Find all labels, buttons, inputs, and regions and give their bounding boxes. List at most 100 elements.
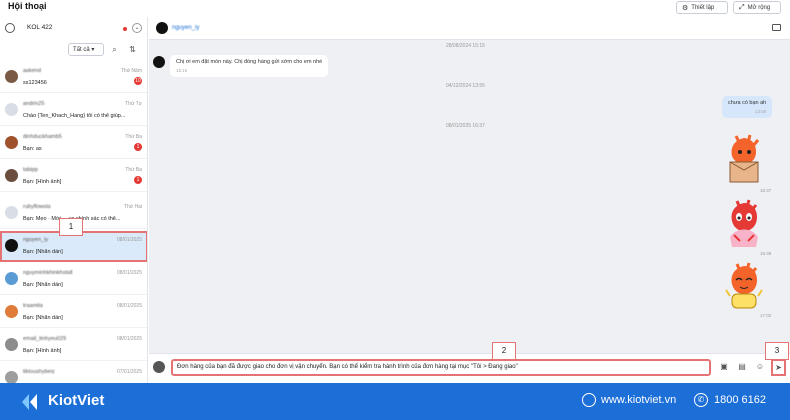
conversation-time: 08/01/2025 xyxy=(116,303,142,309)
account-icon xyxy=(5,23,15,33)
avatar xyxy=(5,239,18,252)
globe-icon xyxy=(582,393,596,407)
send-button[interactable]: ➤ xyxy=(771,359,786,376)
sticker-image[interactable] xyxy=(722,197,766,251)
sort-icon[interactable]: ⇅ xyxy=(126,43,139,56)
chat-header: nguyen_ly xyxy=(149,17,790,40)
conversation-name: dinhduckhamb5 xyxy=(23,134,62,140)
conversation-preview: Bạn: [Hình ảnh] xyxy=(23,179,62,185)
conversation-item[interactable]: dinhduckhamb5 Bạn: as Thứ Ba 1 xyxy=(0,128,147,159)
conversation-name: nguyen_ly xyxy=(23,237,49,243)
image-icon[interactable]: ▣ xyxy=(718,361,730,373)
sticker-image[interactable] xyxy=(722,260,766,314)
avatar xyxy=(153,361,165,373)
chevron-down-icon[interactable]: ⌄ xyxy=(132,23,142,33)
expand-button[interactable]: ⤢ Mở rộng xyxy=(733,1,781,14)
conversation-time: 08/01/2025 xyxy=(116,237,142,243)
conversation-item[interactable]: email_tinhyeu029 Bạn: [Hình ảnh] 08/01/2… xyxy=(0,330,147,361)
callout-marker: 2 xyxy=(492,342,516,360)
conversation-name: andrin25 xyxy=(23,101,45,107)
conversation-time: Thứ Ba xyxy=(125,134,142,140)
incoming-message: Chị ơi em đặt món này. Chị đóng hàng gửi… xyxy=(170,55,329,77)
avatar xyxy=(5,206,18,219)
filter-row: Tất cả ▾ ⌕ ⇅ xyxy=(0,43,147,57)
unread-badge: 1 xyxy=(134,176,142,184)
kiotviet-logo-icon xyxy=(22,394,37,410)
conversation-preview: Chào {Ten_Khach_Hang} tôi có thể giúp... xyxy=(23,113,126,119)
settings-label: Thiết lập xyxy=(691,4,715,11)
account-selector[interactable]: KOL 422 ⌄ xyxy=(5,21,143,37)
page-title: Hội thoại xyxy=(8,1,47,11)
avatar xyxy=(5,70,18,83)
filter-value: Tất cả xyxy=(73,47,90,53)
expand-icon: ⤢ xyxy=(739,3,745,11)
message-input[interactable]: Đơn hàng của bạn đã được giao cho đơn vị… xyxy=(171,359,711,376)
message-time: 15:15 xyxy=(176,68,188,73)
conversation-time: Thứ Tư xyxy=(125,101,142,107)
conversation-time: Thứ Năm xyxy=(120,68,142,74)
avatar xyxy=(5,338,18,351)
conversation-name: tabipp xyxy=(23,167,38,173)
avatar xyxy=(5,272,18,285)
conversation-preview: Bạn: as xyxy=(23,146,42,152)
conversation-name: rubyflowsla xyxy=(23,204,51,210)
outgoing-message: chưa có bạn ah 13:55 xyxy=(722,96,773,118)
conversation-panel: KOL 422 ⌄ Tất cả ▾ ⌕ ⇅ aakend ss123456 T… xyxy=(0,17,148,383)
top-bar: Hội thoại ⚙ Thiết lập ⤢ Mở rộng xyxy=(0,0,790,17)
send-icon: ➤ xyxy=(775,363,782,372)
unread-badge: 10 xyxy=(134,77,142,85)
avatar xyxy=(5,305,18,318)
conversation-item[interactable]: nguyminhkhinkhstall Bạn: [Nhãn dán] 08/0… xyxy=(0,264,147,295)
conversation-preview: Bạn: [Hình ảnh] xyxy=(23,348,62,354)
phone-icon: ✆ xyxy=(694,393,708,407)
avatar xyxy=(5,371,18,383)
callout-marker: 1 xyxy=(59,218,83,236)
conversation-preview: Bạn: [Nhãn dán] xyxy=(23,315,63,321)
conversation-time: Thứ Ba xyxy=(125,167,142,173)
conversation-name: nguyminhkhinkhstall xyxy=(23,270,73,276)
avatar xyxy=(153,56,165,68)
message-text: chưa có bạn ah xyxy=(728,100,767,106)
conversation-item[interactable]: tiktoushybeiz 07/01/2025 xyxy=(0,363,147,383)
conversation-name: email_tinhyeu029 xyxy=(23,336,67,342)
brand-footer: KiotViet www.kiotviet.vn ✆ 1800 6162 xyxy=(0,383,790,420)
mail-icon[interactable] xyxy=(772,24,781,31)
account-name: KOL 422 xyxy=(27,24,53,31)
date-separator: 08/01/2025 16:37 xyxy=(446,123,485,129)
phone-text: 1800 6162 xyxy=(714,394,766,406)
conversation-preview: Bạn: [Nhãn dán] xyxy=(23,282,63,288)
conversation-preview: ss123456 xyxy=(23,80,47,86)
contact-name[interactable]: nguyen_ly xyxy=(172,25,199,31)
conversation-item[interactable]: aakend ss123456 Thứ Năm 10 xyxy=(0,62,147,93)
template-icon[interactable]: ▤ xyxy=(736,361,748,373)
website-text: www.kiotviet.vn xyxy=(601,394,677,406)
conversation-time: 08/01/2025 xyxy=(116,270,142,276)
avatar xyxy=(156,22,168,34)
sticker-time: 17:02 xyxy=(760,313,772,318)
emoji-icon[interactable]: ☺ xyxy=(754,361,766,373)
brand-name: KiotViet xyxy=(48,392,105,409)
conversation-name: traamita xyxy=(23,303,43,309)
conversation-time: Thứ Hai xyxy=(123,204,142,210)
chat-panel: nguyen_ly 28/08/2024 15:15 Chị ơi em đặt… xyxy=(149,17,790,383)
sticker-time: 16:38 xyxy=(760,251,772,256)
conversation-time: 07/01/2025 xyxy=(116,369,142,375)
filter-dropdown[interactable]: Tất cả ▾ xyxy=(68,43,104,56)
conversation-time: 08/01/2025 xyxy=(116,336,142,342)
sticker-time: 16:37 xyxy=(760,188,772,193)
conversation-item[interactable]: tabipp Bạn: [Hình ảnh] Thứ Ba 1 xyxy=(0,161,147,192)
message-composer: Đơn hàng của bạn đã được giao cho đơn vị… xyxy=(149,353,790,383)
settings-button[interactable]: ⚙ Thiết lập xyxy=(676,1,728,14)
avatar xyxy=(5,103,18,116)
callout-marker: 3 xyxy=(765,342,789,360)
search-icon[interactable]: ⌕ xyxy=(108,43,121,56)
sticker-image[interactable] xyxy=(722,134,766,188)
conversation-item[interactable]: traamita Bạn: [Nhãn dán] 08/01/2025 xyxy=(0,297,147,328)
avatar xyxy=(5,136,18,149)
expand-label: Mở rộng xyxy=(747,4,771,11)
date-separator: 04/12/2024 13:55 xyxy=(446,83,485,89)
conversation-name: aakend xyxy=(23,68,42,74)
conversation-preview: Bạn: [Nhãn dán] xyxy=(23,249,63,255)
status-dot xyxy=(123,27,127,31)
conversation-item[interactable]: andrin25 Chào {Ten_Khach_Hang} tôi có th… xyxy=(0,95,147,126)
